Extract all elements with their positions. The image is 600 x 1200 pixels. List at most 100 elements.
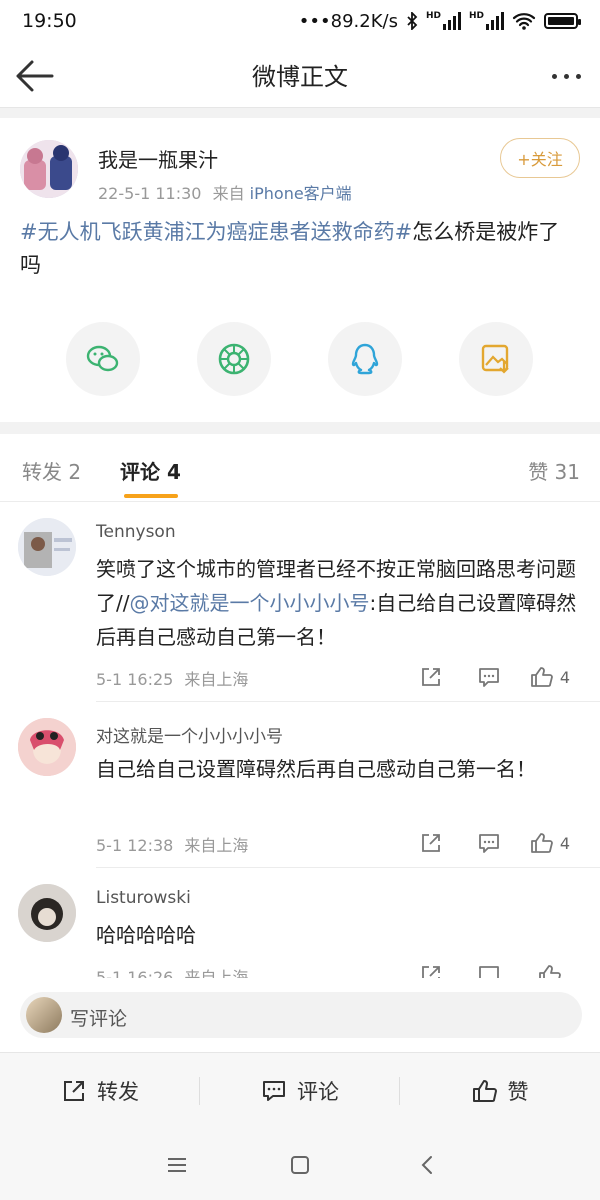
tab-comment[interactable]: 评论 4 <box>120 456 181 485</box>
comment-icon <box>479 834 499 853</box>
battery-icon <box>544 13 581 29</box>
repost-label: 转发 <box>97 1079 139 1104</box>
like-comment-button[interactable]: 4 <box>518 664 582 690</box>
post-time: 22-5-1 11:30 <box>98 184 202 203</box>
reply-comment-button[interactable] <box>460 830 518 856</box>
comment-time: 5-1 12:38 <box>96 836 174 855</box>
post-meta: 22-5-1 11:30 来自 iPhone客户端 <box>98 180 352 204</box>
bluetooth-icon <box>407 12 418 30</box>
qq-icon <box>351 343 379 375</box>
back-arrow-icon[interactable] <box>12 54 56 98</box>
comment-location: 来自上海 <box>184 968 249 978</box>
signal-icon: HD <box>426 12 461 30</box>
repost-comment-button[interactable] <box>402 962 460 978</box>
thumbs-up-icon <box>531 833 553 853</box>
comment-icon <box>479 966 499 978</box>
commenter-avatar[interactable] <box>18 518 76 576</box>
share-row <box>0 322 600 398</box>
like-label: 赞 <box>507 1079 529 1104</box>
comment-list: Tennyson 笑喷了这个城市的管理者已经不按正常脑回路思考问题了//@对这就… <box>0 502 600 978</box>
home-button[interactable] <box>287 1152 313 1178</box>
system-navigation-bar <box>0 1128 600 1200</box>
comment-icon <box>263 1080 285 1101</box>
commenter-name[interactable]: Listurowski <box>96 888 191 908</box>
nav-bar: 微博正文 <box>0 42 600 108</box>
bottom-action-bar: 转发 评论 赞 <box>0 1052 600 1128</box>
moments-icon <box>218 343 250 375</box>
post-content: #无人机飞跃黄浦江为癌症患者送救命药#怎么桥是被炸了吗 <box>20 216 580 282</box>
page-title: 微博正文 <box>252 63 348 91</box>
post-card: 我是一瓶果汁 22-5-1 11:30 来自 iPhone客户端 +关注 #无人… <box>0 118 600 422</box>
comment-input-placeholder: 写评论 <box>70 1008 128 1030</box>
save-image-icon <box>481 344 509 374</box>
comment-item: Listurowski 哈哈哈哈哈 5-1 16:26 来自上海 <box>0 868 600 978</box>
follow-button[interactable]: +关注 <box>500 138 580 178</box>
signal-icon-2: HD <box>469 12 504 30</box>
comment-icon <box>479 668 499 687</box>
hd-label-2: HD <box>468 11 484 21</box>
comment-text: 笑喷了这个城市的管理者已经不按正常脑回路思考问题了//@对这就是一个小小小小号:… <box>96 552 586 654</box>
share-icon <box>422 966 440 978</box>
share-icon <box>422 668 440 686</box>
post-device[interactable]: iPhone客户端 <box>250 184 352 203</box>
reply-comment-button[interactable] <box>460 664 518 690</box>
detail-tabs: 转发 2 评论 4 赞 31 <box>0 434 600 502</box>
repost-comment-button[interactable] <box>402 830 460 856</box>
thumbs-up-icon <box>531 667 553 687</box>
comment-input-bar: 写评论 <box>0 978 600 1052</box>
source-prefix: 来自 <box>212 184 245 203</box>
tab-repost[interactable]: 转发 2 <box>22 456 81 485</box>
status-bar: 19:50 •••89.2K/s HD HD <box>0 0 600 42</box>
thumbs-up-icon <box>539 965 561 978</box>
more-options-button[interactable] <box>546 66 586 86</box>
comment-time: 5-1 16:25 <box>96 670 174 689</box>
comment-input[interactable]: 写评论 <box>20 992 582 1038</box>
wifi-icon <box>512 13 536 30</box>
repost-button[interactable]: 转发 <box>0 1053 200 1128</box>
comment-actions: 4 <box>402 664 582 690</box>
net-speed: •••89.2K/s <box>298 10 398 32</box>
save-image-button[interactable] <box>459 322 533 396</box>
comment-item: Tennyson 笑喷了这个城市的管理者已经不按正常脑回路思考问题了//@对这就… <box>0 502 600 702</box>
wechat-share-button[interactable] <box>66 322 140 396</box>
menu-icon <box>168 1158 186 1172</box>
like-count: 4 <box>559 833 571 853</box>
reply-comment-button[interactable] <box>460 962 518 978</box>
my-avatar <box>26 997 62 1033</box>
comment-location: 来自上海 <box>184 670 249 689</box>
repost-comment-button[interactable] <box>402 664 460 690</box>
qq-share-button[interactable] <box>328 322 402 396</box>
comment-text: 自己给自己设置障碍然后再自己感动自己第一名！ <box>96 757 536 781</box>
comment-meta: 5-1 16:25 来自上海 <box>96 666 248 690</box>
comment-meta: 5-1 12:38 来自上海 <box>96 832 248 856</box>
comment-actions <box>402 962 582 978</box>
comment-time: 5-1 16:26 <box>96 968 174 978</box>
menu-button[interactable] <box>164 1152 190 1178</box>
system-back-button[interactable] <box>414 1152 440 1178</box>
status-icons: •••89.2K/s HD HD <box>298 10 581 32</box>
commenter-name[interactable]: 对这就是一个小小小小号 <box>96 722 283 747</box>
tab-like[interactable]: 赞 31 <box>528 456 580 485</box>
comment-meta: 5-1 16:26 来自上海 <box>96 964 248 978</box>
mention-link[interactable]: @对这就是一个小小小小号 <box>129 591 369 615</box>
comment-label: 评论 <box>297 1079 339 1104</box>
hashtag-link[interactable]: #无人机飞跃黄浦江为癌症患者送救命药# <box>20 220 412 244</box>
author-name[interactable]: 我是一瓶果汁 <box>98 144 218 173</box>
share-icon <box>64 1080 84 1101</box>
comment-location: 来自上海 <box>184 836 249 855</box>
status-time: 19:50 <box>22 10 77 32</box>
comment-button[interactable]: 评论 <box>200 1053 400 1128</box>
like-comment-button[interactable]: 4 <box>518 830 582 856</box>
active-tab-indicator <box>124 494 178 498</box>
commenter-avatar[interactable] <box>18 884 76 942</box>
commenter-name[interactable]: Tennyson <box>96 522 176 542</box>
commenter-avatar[interactable] <box>18 718 76 776</box>
moments-share-button[interactable] <box>197 322 271 396</box>
wechat-icon <box>86 345 119 372</box>
like-comment-button[interactable] <box>518 962 582 978</box>
like-button[interactable]: 赞 <box>400 1053 600 1128</box>
like-count: 4 <box>559 667 571 687</box>
share-icon <box>422 834 440 852</box>
author-avatar[interactable] <box>20 140 78 198</box>
thumbs-up-icon <box>472 1079 497 1102</box>
